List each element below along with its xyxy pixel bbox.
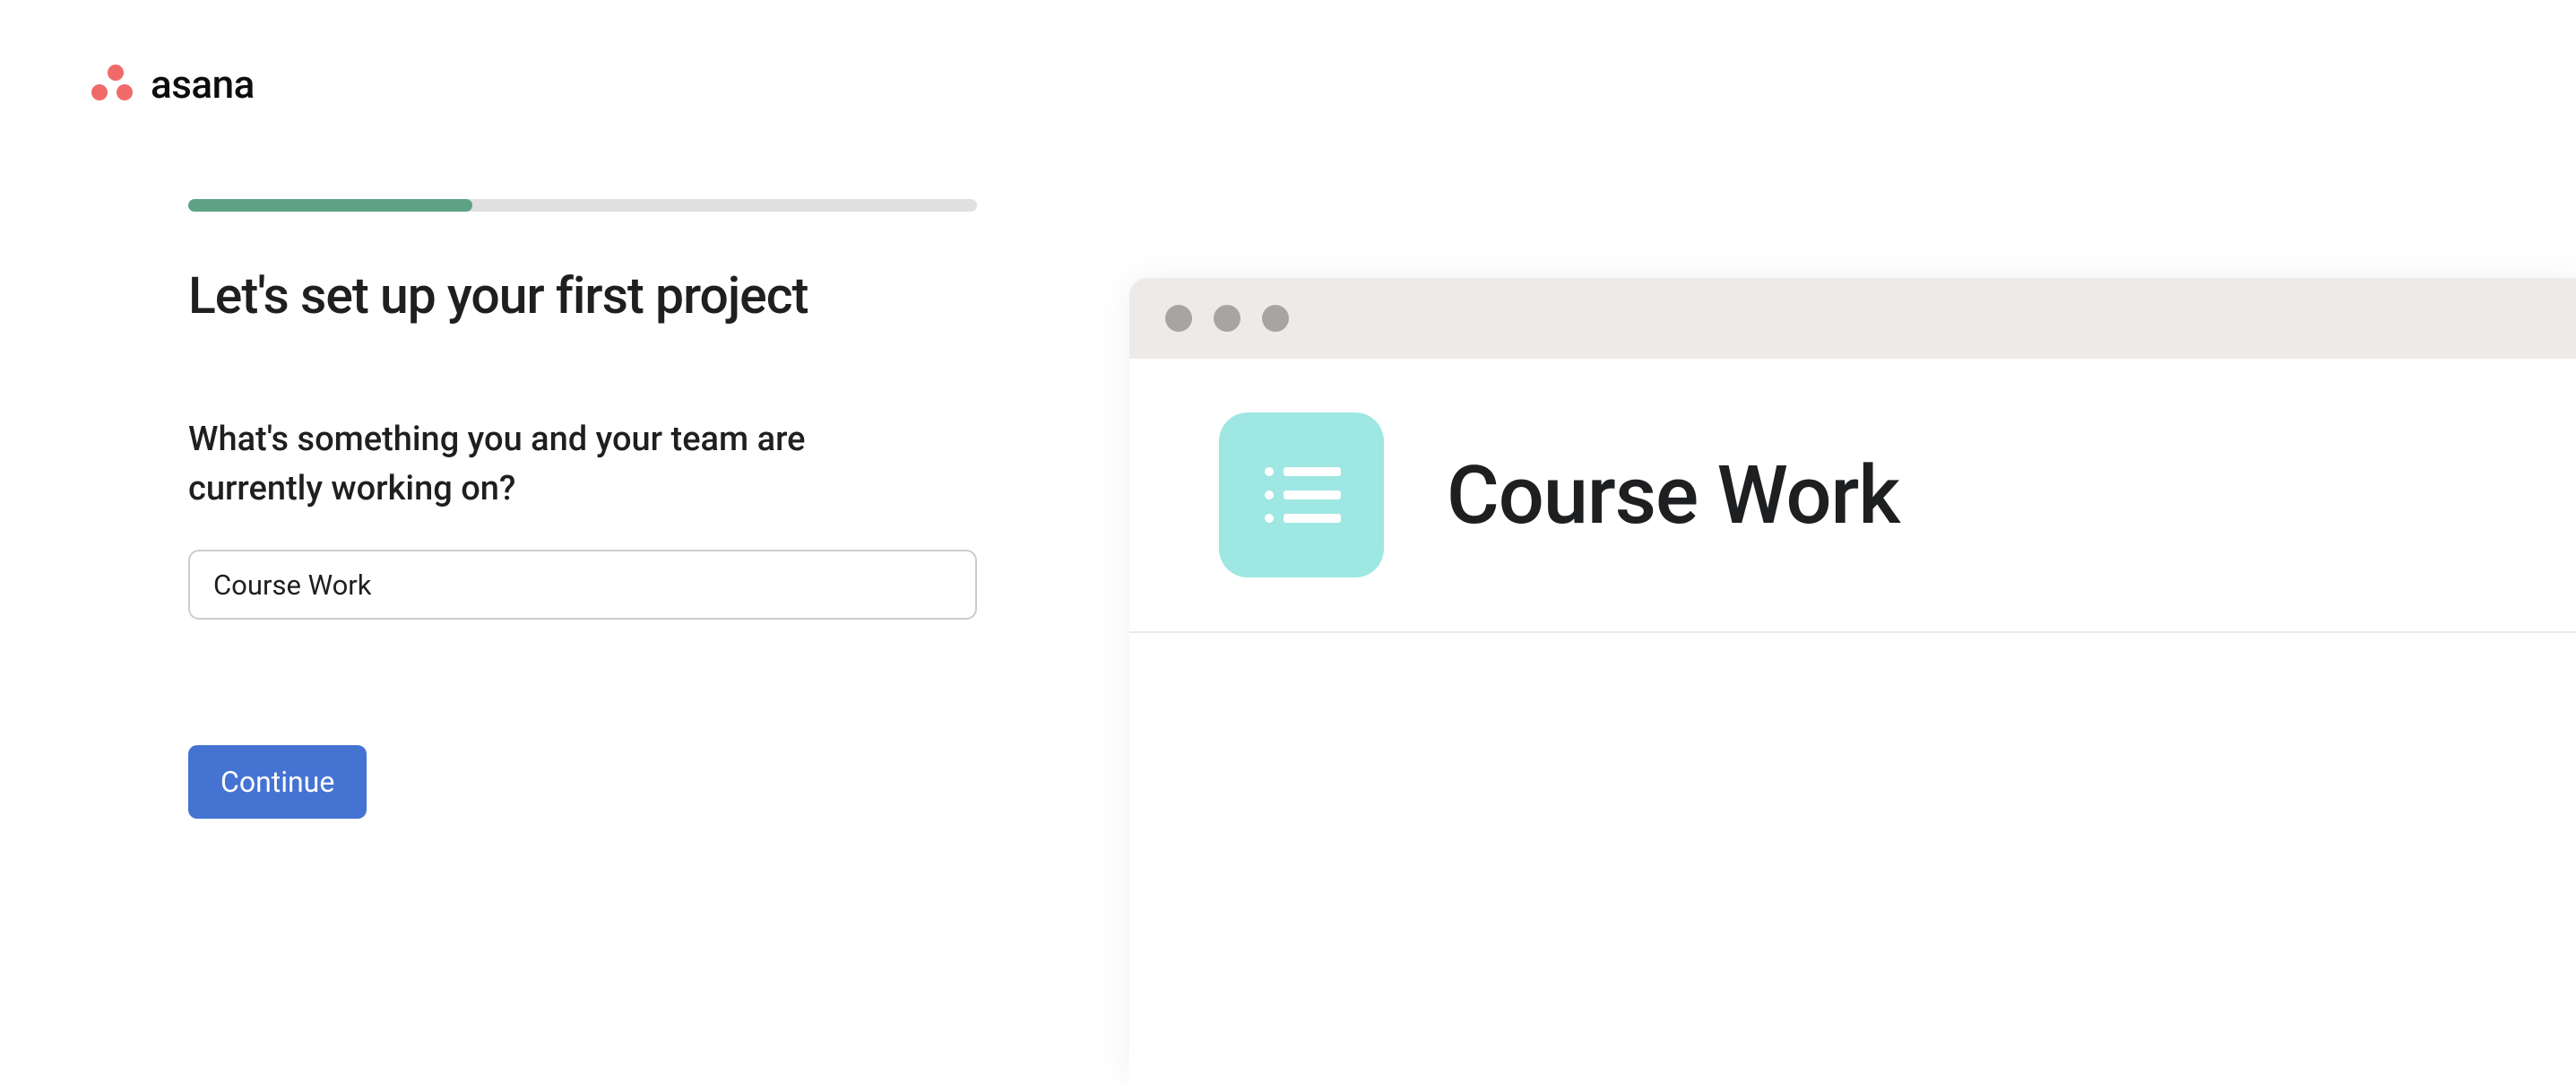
traffic-light-close-icon	[1165, 305, 1192, 332]
prompt-label: What's something you and your team are c…	[188, 415, 941, 514]
preview-project-title: Course Work	[1447, 448, 1899, 542]
asana-logomark-icon	[90, 65, 140, 104]
preview-header: Course Work	[1129, 359, 2576, 633]
window-titlebar	[1129, 278, 2576, 359]
project-name-input[interactable]	[188, 550, 977, 620]
project-list-icon	[1219, 412, 1384, 577]
progress-bar	[188, 199, 977, 212]
traffic-light-minimize-icon	[1214, 305, 1240, 332]
brand-logo: asana	[90, 61, 255, 108]
traffic-light-zoom-icon	[1262, 305, 1289, 332]
continue-button[interactable]: Continue	[188, 745, 367, 819]
preview-window: Course Work	[1129, 278, 2576, 1085]
brand-name: asana	[151, 61, 255, 108]
setup-form: Let's set up your first project What's s…	[188, 199, 977, 819]
page-title: Let's set up your first project	[188, 265, 977, 326]
onboarding-page: asana Let's set up your first project Wh…	[0, 0, 2576, 1080]
progress-fill	[188, 199, 472, 212]
